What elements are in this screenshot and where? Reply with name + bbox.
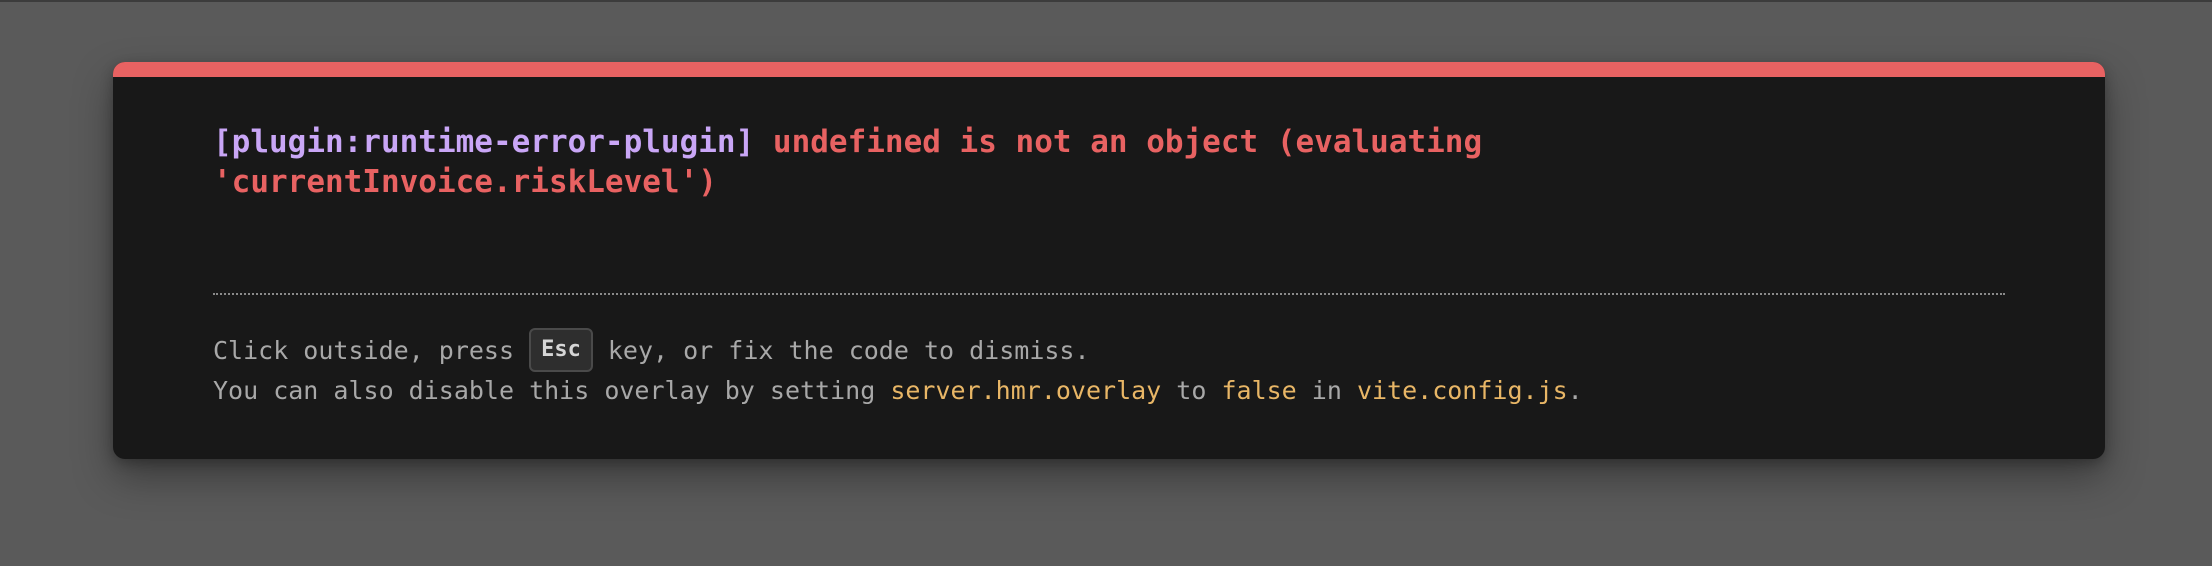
dismiss-tip-text-start: Click outside, press [213,336,530,365]
disable-tip-text-2: to [1161,376,1222,405]
disable-tip-text-3: in [1296,376,1357,405]
disable-overlay-tip: You can also disable this overlay by set… [213,376,1583,406]
config-file-code: vite.config.js [1356,376,1568,405]
dismiss-tip-text-end: key, or fix the code to dismiss. [592,336,1090,365]
config-value-code: false [1221,376,1297,405]
plugin-label: [plugin:runtime-error-plugin] [213,124,755,160]
config-key-code: server.hmr.overlay [890,376,1162,405]
disable-tip-text-4: . [1567,376,1583,405]
disable-tip-text-1: You can also disable this overlay by set… [213,376,891,405]
error-accent-bar [113,62,2105,77]
error-overlay[interactable]: [plugin:runtime-error-plugin] undefined … [113,62,2105,459]
dismiss-tip: Click outside, press Esc key, or fix the… [213,328,1090,374]
error-message: [plugin:runtime-error-plugin] undefined … [213,122,1813,202]
esc-key-badge: Esc [529,328,593,372]
window-top-border [0,0,2212,2]
divider [213,293,2005,295]
